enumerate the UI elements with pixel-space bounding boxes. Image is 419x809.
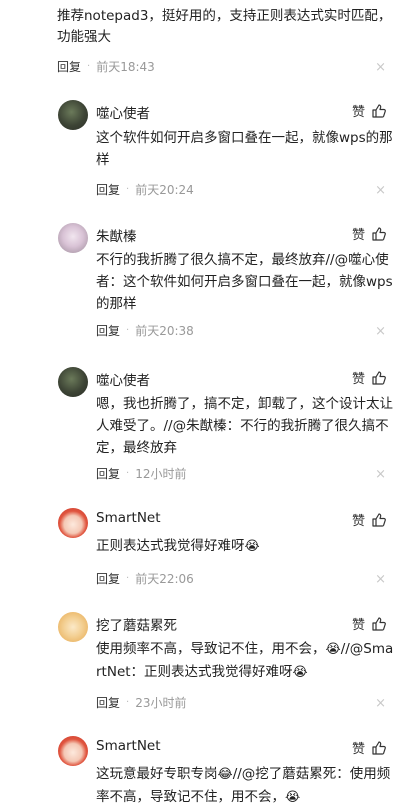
like-button[interactable]: 赞 [352, 510, 387, 529]
comment-meta: 回复 · 前天20:38 [96, 322, 194, 339]
top-comment-meta: 回复 · 前天18:43 [57, 58, 155, 75]
like-label: 赞 [351, 372, 365, 387]
reply-button[interactable]: 回复 [96, 181, 120, 198]
like-button[interactable]: 赞 [352, 368, 387, 387]
top-comment-text: 推荐notepad3，挺好用的，支持正则表达式实时匹配，功能强大 [57, 8, 392, 45]
crying-emoji-icon: 😭 [285, 790, 301, 805]
thumbs-up-icon [372, 103, 386, 118]
comment-meta: 回复 · 23小时前 [96, 694, 186, 711]
like-button[interactable]: 赞 [352, 224, 387, 243]
reply-button[interactable]: 回复 [96, 570, 120, 587]
like-button[interactable]: 赞 [352, 614, 387, 633]
close-icon[interactable]: × [375, 468, 386, 481]
thumbs-up-icon [372, 370, 386, 385]
comment-text: 使用频率不高，导致记不住，用不会，😭//@SmartNet：正则表达式我觉得好难… [96, 638, 396, 684]
comment-text: 嗯，我也折腾了，搞不定，卸载了，这个设计太让人难受了。//@朱猷榛：不行的我折腾… [96, 396, 393, 456]
separator-dot: · [126, 697, 130, 708]
timestamp: 23小时前 [135, 696, 187, 710]
like-label: 赞 [351, 742, 365, 757]
thumbs-up-icon [372, 512, 386, 527]
comment-text-main: 这玩意最好专职专岗 [96, 766, 218, 782]
comment-text: 不行的我折腾了很久搞不定，最终放弃//@噬心使者：这个软件如何开启多窗口叠在一起… [96, 252, 393, 312]
avatar[interactable] [58, 367, 88, 397]
comment-meta: 回复 · 12小时前 [96, 465, 186, 482]
comment-text-main: 正则表达式我觉得好难呀 [96, 538, 245, 554]
avatar[interactable] [58, 508, 88, 538]
laughing-emoji-icon: 😂 [217, 767, 233, 782]
like-button[interactable]: 赞 [352, 738, 387, 757]
like-label: 赞 [351, 514, 365, 529]
reply-button[interactable]: 回复 [57, 58, 81, 75]
comment-text-main: 使用频率不高，导致记不住，用不会， [96, 641, 326, 657]
avatar[interactable] [58, 223, 88, 253]
close-icon[interactable]: × [375, 697, 386, 710]
username[interactable]: 噬心使者 [96, 369, 150, 389]
separator-dot: · [126, 468, 130, 479]
timestamp: 前天20:24 [135, 183, 194, 197]
avatar[interactable] [58, 736, 88, 766]
reply-button[interactable]: 回复 [96, 694, 120, 711]
separator-dot: · [87, 61, 91, 72]
reply-button[interactable]: 回复 [96, 322, 120, 339]
separator-dot: · [126, 184, 130, 195]
like-label: 赞 [351, 618, 365, 633]
timestamp: 前天20:38 [135, 324, 194, 338]
crying-emoji-icon: 😭 [244, 539, 260, 554]
thumbs-up-icon [372, 226, 386, 241]
close-icon[interactable]: × [375, 184, 386, 197]
avatar[interactable] [58, 100, 88, 130]
close-icon[interactable]: × [375, 573, 386, 586]
timestamp: 前天18:43 [96, 60, 155, 74]
like-label: 赞 [351, 228, 365, 243]
thumbs-up-icon [372, 740, 386, 755]
thumbs-up-icon [372, 616, 386, 631]
comment-text: 正则表达式我觉得好难呀😭 [96, 535, 396, 558]
like-button[interactable]: 赞 [352, 101, 387, 120]
crying-emoji-icon: 😭 [292, 665, 308, 680]
comment-text: 这个软件如何开启多窗口叠在一起，就像wps的那样 [96, 130, 393, 168]
close-icon[interactable]: × [375, 61, 386, 74]
timestamp: 12小时前 [135, 467, 187, 481]
separator-dot: · [126, 325, 130, 336]
timestamp: 前天22:06 [135, 572, 194, 586]
reply-button[interactable]: 回复 [96, 465, 120, 482]
close-icon[interactable]: × [375, 325, 386, 338]
username[interactable]: 朱猷榛 [96, 225, 137, 245]
separator-dot: · [126, 573, 130, 584]
username[interactable]: 噬心使者 [96, 102, 150, 122]
username[interactable]: 挖了蘑菇累死 [96, 614, 177, 634]
comment-meta: 回复 · 前天22:06 [96, 570, 194, 587]
like-label: 赞 [351, 105, 365, 120]
comment-meta: 回复 · 前天20:24 [96, 181, 194, 198]
username[interactable]: SmartNet [96, 738, 161, 754]
username[interactable]: SmartNet [96, 510, 161, 526]
avatar[interactable] [58, 612, 88, 642]
comment-text: 这玩意最好专职专岗😂//@挖了蘑菇累死：使用频率不高，导致记不住，用不会，😭 [96, 763, 396, 809]
crying-emoji-icon: 😭 [325, 642, 341, 657]
